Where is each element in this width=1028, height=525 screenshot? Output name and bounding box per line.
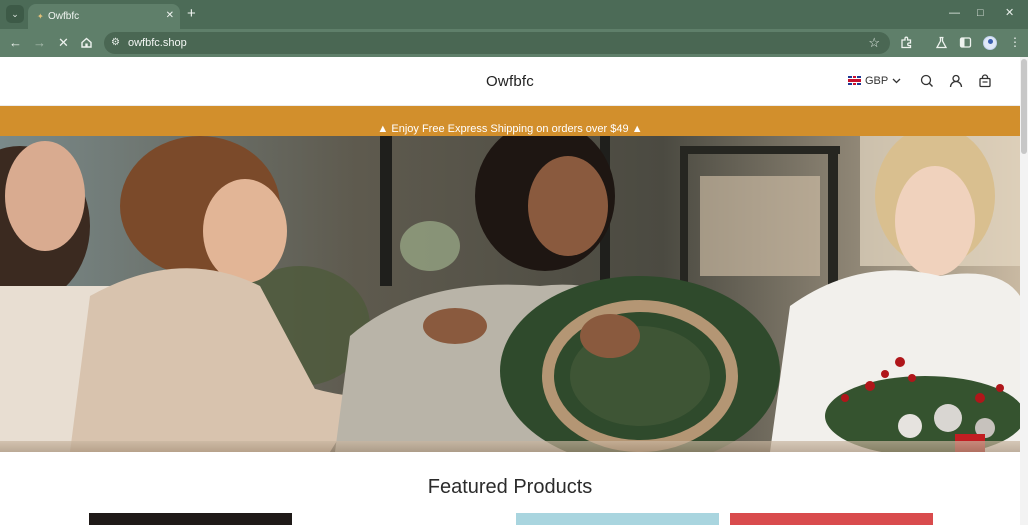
stop-icon[interactable]: ✕ [58, 35, 69, 50]
store-header: Owfbfc GBP [0, 57, 1020, 106]
fire-icon: ▲ [631, 123, 643, 135]
account-icon[interactable] [949, 74, 963, 88]
product-card[interactable] [730, 513, 933, 525]
fire-icon: ▲ [377, 123, 389, 135]
close-tab-icon[interactable]: ✕ [166, 9, 174, 23]
back-icon[interactable]: ← [9, 35, 22, 50]
product-card[interactable] [89, 513, 292, 525]
labs-icon[interactable] [935, 36, 948, 49]
scrollbar-thumb[interactable] [1021, 59, 1027, 154]
address-bar[interactable]: ⚙ owfbfc.shop ☆ [104, 32, 890, 54]
announcement-text: Enjoy Free Express Shipping on orders ov… [391, 123, 629, 135]
kebab-menu-icon[interactable]: ⋮ [1009, 35, 1021, 50]
extensions-icon[interactable] [900, 36, 913, 49]
url-text: owfbfc.shop [128, 37, 187, 49]
new-tab-button[interactable]: + [187, 6, 196, 22]
chevron-down-icon [892, 78, 901, 84]
loading-favicon-icon: ✦ [37, 12, 44, 21]
sidebar-icon[interactable] [959, 36, 972, 49]
tab-title: Owfbfc [48, 11, 80, 22]
currency-label: GBP [865, 75, 889, 87]
hero-image [0, 136, 1020, 452]
uk-flag-icon [848, 76, 861, 85]
browser-tab-bar: ⌄ ✦ Owfbfc ✕ + — □ ✕ [0, 0, 1028, 29]
site-info-icon[interactable]: ⚙ [111, 36, 120, 50]
featured-products-heading: Featured Products [427, 476, 593, 498]
bookmark-star-icon[interactable]: ☆ [868, 35, 880, 50]
search-icon[interactable] [920, 74, 934, 88]
cart-icon[interactable] [978, 74, 992, 88]
store-page: Owfbfc GBP ▲ Enjoy Free Express Shipping… [0, 57, 1028, 525]
home-icon[interactable] [80, 36, 93, 49]
close-window-button[interactable]: ✕ [1005, 7, 1014, 20]
hero-banner [0, 136, 1020, 452]
browser-tab[interactable]: ✦ Owfbfc ✕ [28, 4, 180, 29]
profile-icon[interactable] [983, 36, 997, 50]
browser-toolbar: ← → ✕ ⚙ owfbfc.shop ☆ ⋮ [0, 29, 1028, 57]
minimize-button[interactable]: — [949, 7, 960, 20]
tab-search-button[interactable]: ⌄ [6, 5, 24, 23]
page-scrollbar[interactable] [1020, 57, 1028, 525]
announcement-bar: ▲ Enjoy Free Express Shipping on orders … [0, 106, 1020, 136]
forward-icon[interactable]: → [33, 35, 46, 50]
maximize-button[interactable]: □ [977, 7, 984, 20]
product-card[interactable] [516, 513, 719, 525]
